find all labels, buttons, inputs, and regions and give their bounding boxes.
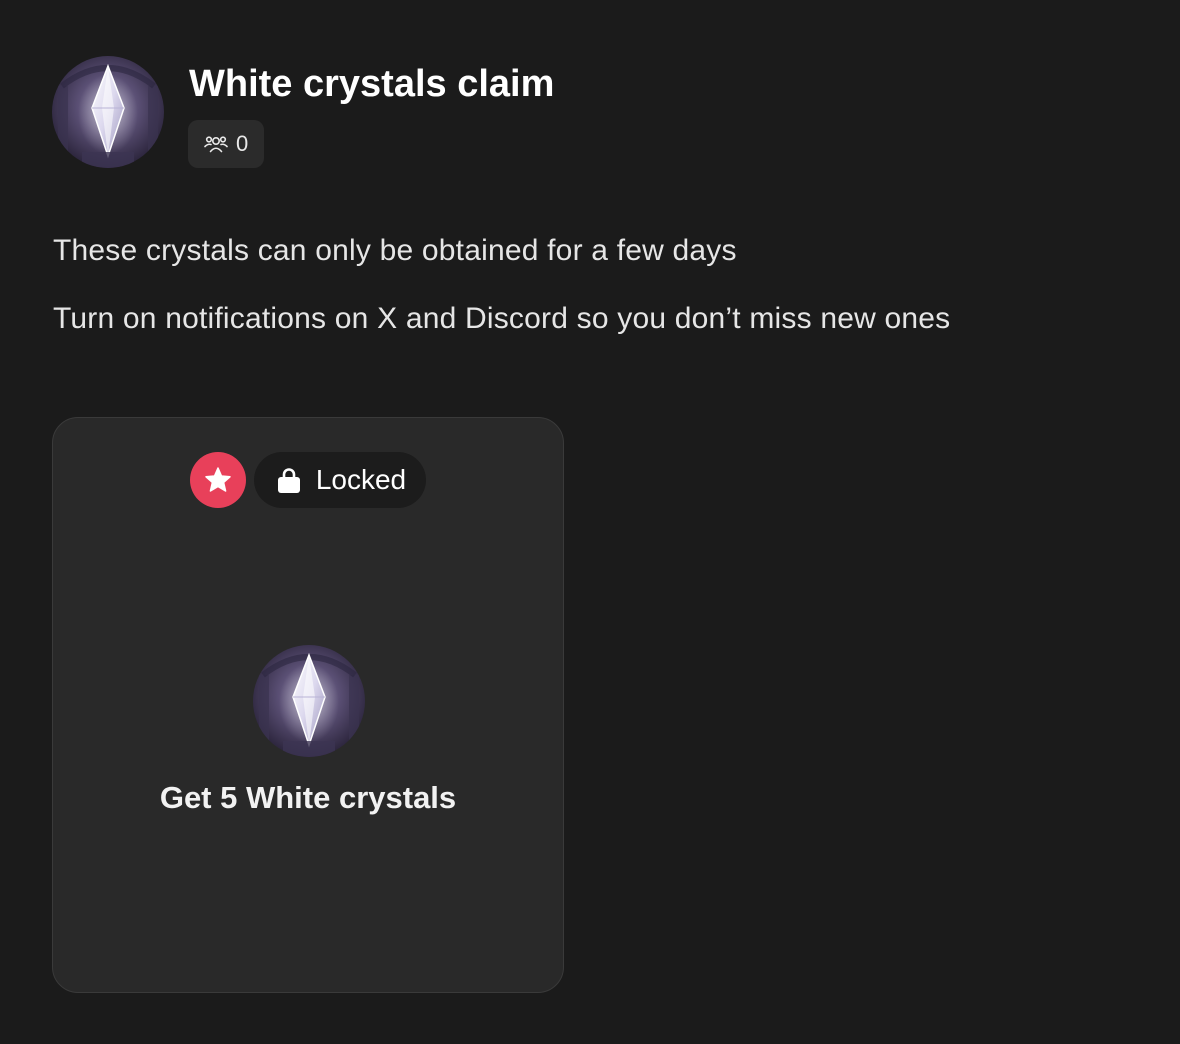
users-group-icon — [204, 136, 228, 153]
description-line-1: These crystals can only be obtained for … — [53, 234, 737, 267]
lock-icon — [277, 468, 300, 493]
star-badge — [189, 452, 246, 508]
quest-title: Get 5 White crystals — [159, 780, 457, 815]
crystal-avatar — [52, 56, 164, 168]
white-crystal-image — [52, 56, 164, 168]
members-count: 0 — [236, 131, 249, 156]
page-title: White crystals claim — [189, 63, 555, 105]
reward-crystal-avatar — [253, 645, 365, 757]
locked-status-pill: Locked — [253, 452, 427, 508]
quest-status-row: Locked — [53, 452, 563, 508]
quest-card[interactable]: Locked Get 5 White crystals — [52, 417, 564, 993]
locked-label: Locked — [315, 464, 407, 495]
star-icon — [205, 467, 231, 492]
white-crystal-image — [253, 645, 365, 757]
members-count-badge: 0 — [188, 120, 265, 168]
description-line-2: Turn on notifications on X and Discord s… — [53, 302, 951, 335]
quest-page: White crystals claim 0 These crystals ca… — [0, 0, 1180, 1044]
